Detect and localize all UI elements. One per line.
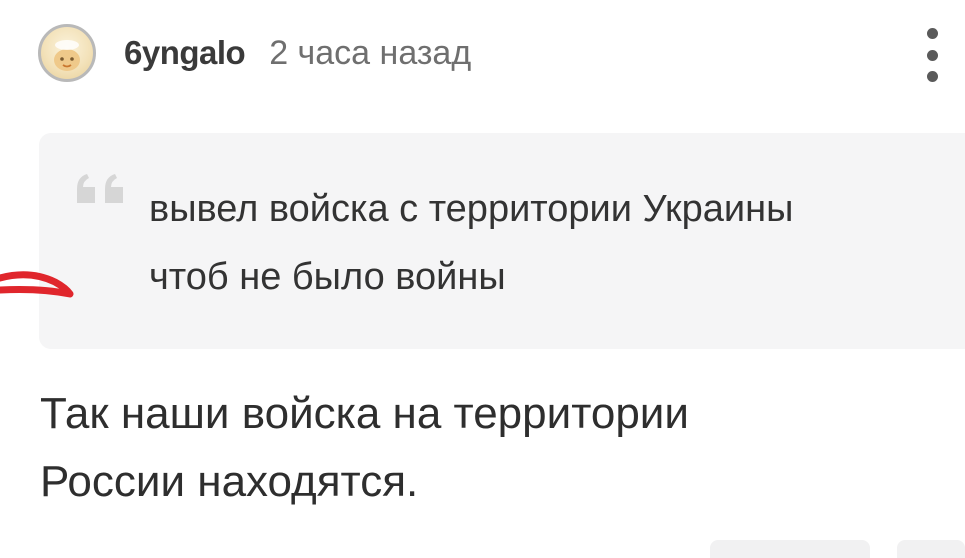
quote-line: вывел войска с территории Украины xyxy=(149,188,794,230)
quoted-text: вывел войска с территории Украины чтоб н… xyxy=(149,175,939,311)
avatar[interactable] xyxy=(38,24,96,82)
quote-line: чтоб не было войны xyxy=(149,256,506,298)
quoted-text-block: вывел войска с территории Украины чтоб н… xyxy=(39,133,965,349)
comment-line: Так наши войска на территории xyxy=(40,389,689,438)
action-chip[interactable] xyxy=(710,540,870,558)
comment-card: 6yngalo 2 часа назад вывел войска с терр… xyxy=(0,0,965,558)
avatar-image xyxy=(54,40,80,71)
username[interactable]: 6yngalo xyxy=(124,34,246,72)
comment-header: 6yngalo 2 часа назад xyxy=(38,24,471,82)
comment-body: Так наши войска на территории России нах… xyxy=(40,380,940,516)
red-annotation-stroke xyxy=(0,271,74,298)
comment-line: России находятся. xyxy=(40,457,419,506)
more-vertical-icon xyxy=(926,28,938,82)
more-options-button[interactable] xyxy=(917,28,947,82)
comment-timestamp: 2 часа назад xyxy=(269,33,472,72)
action-chip[interactable] xyxy=(897,540,965,558)
quote-mark-icon xyxy=(75,173,127,210)
